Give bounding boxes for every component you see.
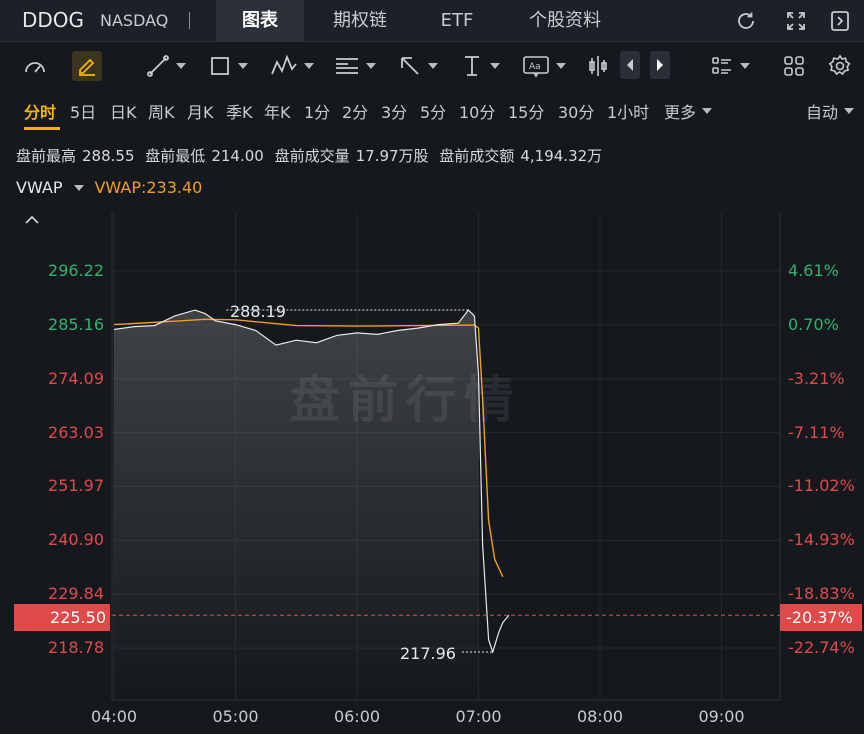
stat-volume-label: 盘前成交量 — [274, 147, 350, 165]
tab-options-chain[interactable]: 期权链 — [312, 0, 408, 42]
period-bar: 分时 5日 日K 周K 月K 季K 年K 1分 2分 3分 5分 10分 15分… — [0, 95, 864, 125]
y-tick-label: 274.09 — [48, 368, 104, 388]
rectangle-icon[interactable] — [208, 51, 248, 81]
period-1min[interactable]: 1分 — [304, 99, 330, 123]
scale-mode-label: 自动 — [805, 103, 838, 122]
pct-tick-label: -7.11% — [788, 422, 845, 442]
stat-turnover-value: 4,194.32万 — [520, 147, 603, 165]
grid-layout-icon[interactable] — [782, 51, 806, 81]
low-annotation: 217.96 — [400, 644, 456, 663]
period-5d[interactable]: 5日 — [70, 99, 96, 123]
drawing-toolbar: Aa — [0, 43, 864, 89]
stat-high-value: 288.55 — [82, 147, 135, 165]
tab-etf[interactable]: ETF — [424, 0, 490, 42]
y-tick-label: 240.90 — [48, 530, 104, 550]
y-tick-label: 229.84 — [48, 584, 104, 604]
y-tick-label: 285.16 — [48, 314, 104, 334]
x-tick-label: 07:00 — [455, 707, 502, 726]
period-30min[interactable]: 30分 — [558, 99, 594, 123]
pct-tick-label: 4.61% — [788, 261, 839, 280]
chevron-up-icon[interactable] — [24, 210, 40, 229]
pct-tick-label: -14.93% — [788, 530, 855, 550]
fibonacci-icon[interactable] — [334, 51, 376, 81]
indicator-icon[interactable] — [22, 51, 48, 81]
x-tick-label: 05:00 — [212, 707, 259, 726]
active-period-indicator — [24, 127, 60, 130]
chart-watermark: 盘前行情 — [290, 371, 522, 429]
refresh-icon[interactable] — [734, 9, 758, 33]
period-more-label: 更多 — [664, 103, 697, 122]
period-daily[interactable]: 日K — [110, 99, 137, 123]
x-tick-label: 06:00 — [333, 707, 381, 726]
layout-list-icon[interactable] — [710, 51, 750, 81]
period-3min[interactable]: 3分 — [381, 99, 407, 123]
stock-symbol: DDOG — [22, 8, 85, 32]
stat-high-label: 盘前最高 — [16, 147, 77, 165]
x-tick-label: 04:00 — [90, 707, 138, 726]
candle-type-icon[interactable] — [588, 51, 608, 81]
premarket-stats: 盘前最高 288.55 盘前最低 214.00 盘前成交量 17.97万股 盘前成交额… — [16, 145, 608, 166]
top-bar: DDOG NASDAQ 图表 期权链 ETF 个股资料 — [0, 0, 864, 42]
period-quarterly[interactable]: 季K — [226, 99, 253, 123]
pattern-icon[interactable] — [270, 51, 314, 81]
chevron-down-icon[interactable] — [74, 184, 85, 191]
indicator-row: VWAP VWAP:233.40 — [16, 178, 202, 197]
period-monthly[interactable]: 月K — [187, 99, 214, 123]
pct-tick-label: -18.83% — [788, 584, 855, 604]
stat-turnover-label: 盘前成交额 — [439, 147, 515, 165]
tab-chart[interactable]: 图表 — [216, 0, 304, 42]
period-5min[interactable]: 5分 — [420, 99, 446, 123]
current-price-tag: 225.50 — [14, 604, 110, 631]
pct-tick-label: -11.02% — [788, 476, 855, 496]
next-icon[interactable] — [650, 51, 670, 79]
chevron-down-icon — [702, 108, 713, 114]
vertical-line-icon[interactable] — [460, 51, 500, 81]
draw-pen-icon[interactable] — [72, 51, 102, 81]
period-weekly[interactable]: 周K — [148, 99, 175, 123]
pct-tick-label: 0.70% — [788, 314, 839, 334]
pct-tick-label: -3.21% — [788, 368, 845, 388]
high-annotation: 288.19 — [230, 302, 286, 321]
indicator-value: VWAP:233.40 — [94, 178, 203, 197]
indicator-name[interactable]: VWAP — [16, 178, 62, 197]
fullscreen-icon[interactable] — [784, 9, 808, 33]
header-divider — [189, 12, 190, 29]
exchange-name: NASDAQ — [100, 11, 169, 30]
y-tick-label: 296.22 — [48, 261, 104, 280]
settings-icon[interactable] — [828, 51, 852, 81]
trend-line-icon[interactable] — [146, 51, 186, 81]
period-2min[interactable]: 2分 — [342, 99, 368, 123]
pct-tick-label: -22.74% — [788, 638, 855, 657]
y-tick-label: 251.97 — [48, 476, 104, 496]
y-tick-label: 263.03 — [48, 422, 104, 442]
chevron-down-icon — [844, 108, 854, 114]
tab-company-profile[interactable]: 个股资料 — [510, 0, 620, 42]
period-15min[interactable]: 15分 — [508, 99, 544, 123]
period-1hour[interactable]: 1小时 — [607, 99, 649, 123]
prev-icon[interactable] — [620, 51, 640, 79]
period-yearly[interactable]: 年K — [264, 99, 291, 123]
svg-text:Aa: Aa — [529, 62, 541, 72]
stat-low-value: 214.00 — [211, 147, 264, 165]
period-more[interactable]: 更多 — [664, 99, 713, 123]
stat-volume-value: 17.97万股 — [355, 147, 429, 165]
current-pct-tag: -20.37% — [780, 604, 862, 631]
collapse-panel-icon[interactable] — [828, 9, 852, 33]
text-annotation-icon[interactable]: Aa — [522, 51, 566, 81]
scale-mode-select[interactable]: 自动 — [806, 99, 854, 123]
period-intraday[interactable]: 分时 — [24, 99, 56, 123]
arrow-icon[interactable] — [398, 51, 438, 81]
x-tick-label: 09:00 — [698, 707, 745, 726]
x-tick-label: 08:00 — [576, 707, 624, 726]
y-tick-label: 218.78 — [48, 638, 104, 657]
period-10min[interactable]: 10分 — [459, 99, 495, 123]
stat-low-label: 盘前最低 — [145, 147, 206, 165]
